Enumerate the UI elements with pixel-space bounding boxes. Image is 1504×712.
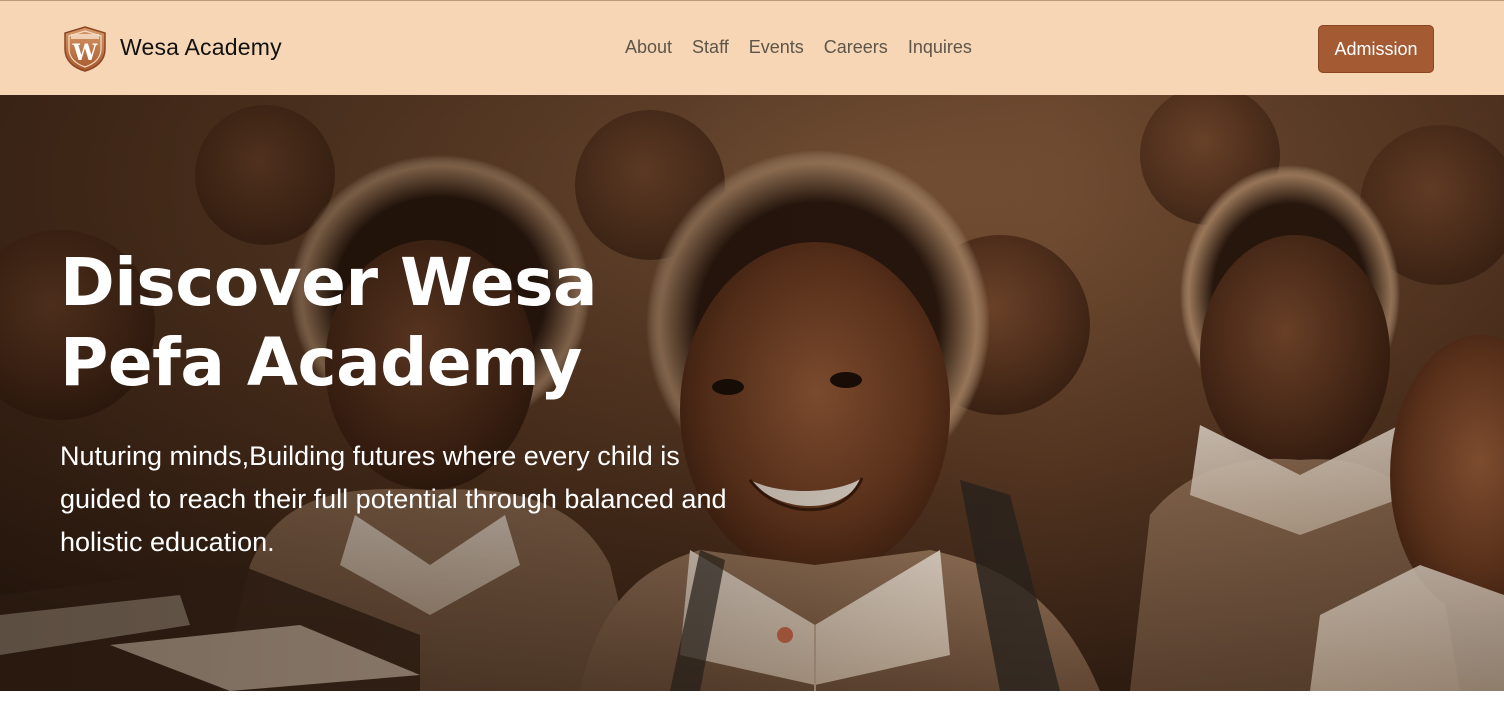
brand-link[interactable]: W Wesa Academy <box>62 25 282 73</box>
nav-careers[interactable]: Careers <box>824 37 888 58</box>
nav-inquires[interactable]: Inquires <box>908 37 972 58</box>
crest-letter: W <box>72 40 98 66</box>
main-nav: About Staff Events Careers Inquires <box>625 37 972 58</box>
brand-name: Wesa Academy <box>120 33 282 60</box>
academy-crest-icon: W <box>64 26 106 72</box>
hero-section: Discover Wesa Pefa Academy Nuturing mind… <box>0 95 1504 691</box>
nav-events[interactable]: Events <box>749 37 804 58</box>
page: W Wesa Academy About Staff Events Career… <box>0 0 1504 712</box>
admission-button[interactable]: Admission <box>1318 25 1434 73</box>
nav-about[interactable]: About <box>625 37 672 58</box>
hero-subtitle: Nuturing minds,Building futures where ev… <box>60 441 727 557</box>
next-section-edge <box>0 691 1504 712</box>
hero-title: Discover Wesa Pefa Academy <box>60 244 598 401</box>
top-navbar: W Wesa Academy About Staff Events Career… <box>0 0 1504 95</box>
nav-staff[interactable]: Staff <box>692 37 729 58</box>
